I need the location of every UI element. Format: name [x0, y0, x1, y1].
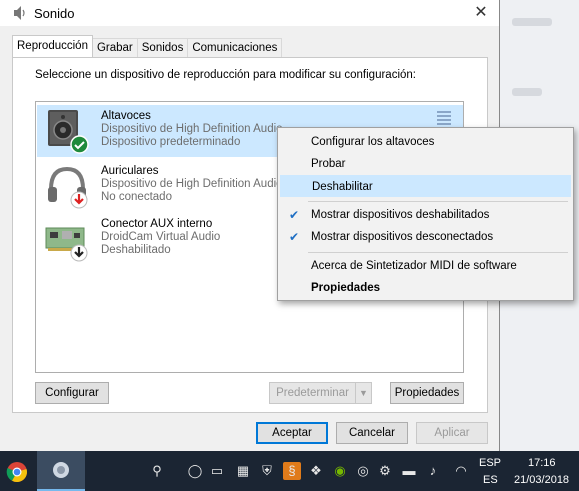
device-name: Altavoces	[101, 110, 151, 122]
chat-icon[interactable]: ◯	[186, 462, 204, 480]
windows-logo-icon[interactable]: ▦	[234, 462, 252, 480]
disabled-arrow-badge-icon	[70, 244, 88, 262]
menu-item-label: Mostrar dispositivos deshabilitados	[311, 209, 490, 221]
menu-item-test[interactable]: Probar	[280, 153, 571, 175]
menu-item-show-disabled[interactable]: ✔ Mostrar dispositivos deshabilitados	[280, 204, 571, 226]
disconnected-arrow-badge-icon	[70, 191, 88, 209]
context-menu: Configurar los altavoces Probar Deshabil…	[277, 127, 574, 301]
tab-strip: Reproducción Grabar Sonidos Comunicacion…	[12, 35, 283, 57]
device-status: Deshabilitado	[101, 244, 171, 256]
tab-recording[interactable]: Grabar	[91, 38, 138, 57]
device-description: DroidCam Virtual Audio	[101, 231, 221, 243]
set-default-button[interactable]: Predeterminar ▼	[269, 382, 372, 404]
gear-icon[interactable]: ⚙	[376, 462, 394, 480]
menu-item-disable[interactable]: Deshabilitar	[280, 175, 571, 197]
device-status: No conectado	[101, 191, 172, 203]
clock-time[interactable]: 17:16	[528, 457, 556, 469]
menu-separator	[308, 252, 568, 253]
menu-item-properties[interactable]: Propiedades	[280, 277, 571, 299]
default-check-badge-icon	[70, 135, 89, 154]
chrome-icon	[6, 462, 27, 483]
apply-button[interactable]: Aplicar	[416, 422, 488, 444]
close-button[interactable]: ✕	[471, 3, 491, 23]
background-text-blur	[512, 88, 542, 96]
menu-item-show-disconnected[interactable]: ✔ Mostrar dispositivos desconectados	[280, 226, 571, 248]
menu-item-label: Deshabilitar	[312, 181, 373, 193]
device-name: Auriculares	[101, 165, 159, 177]
cancel-button[interactable]: Cancelar	[336, 422, 408, 444]
language-code[interactable]: ESP	[479, 457, 501, 469]
menu-item-label: Probar	[311, 158, 346, 170]
menu-item-label: Mostrar dispositivos desconectados	[311, 231, 494, 243]
accept-button[interactable]: Aceptar	[256, 422, 328, 444]
menu-item-label: Propiedades	[311, 282, 381, 294]
nvidia-icon[interactable]: ◉	[331, 462, 349, 480]
menu-item-about-midi[interactable]: Acerca de Sintetizador MIDI de software	[280, 255, 571, 277]
tab-sounds[interactable]: Sonidos	[136, 38, 189, 57]
speaker-title-icon	[14, 6, 25, 20]
shield-icon[interactable]: ⛨	[258, 462, 276, 480]
device-name: Conector AUX interno	[101, 218, 213, 230]
device-status: Dispositivo predeterminado	[101, 136, 241, 148]
background-text-blur	[512, 18, 552, 26]
menu-item-label: Configurar los altavoces	[311, 136, 435, 148]
chrome-tray-icon[interactable]: ◎	[354, 462, 372, 480]
clock-date[interactable]: 21/03/2018	[514, 474, 569, 486]
properties-button[interactable]: Propiedades	[390, 382, 464, 404]
set-default-label: Predeterminar	[276, 387, 349, 399]
taskbar-sound-app[interactable]	[37, 451, 85, 491]
keyboard-layout[interactable]: ES	[483, 474, 498, 486]
volume-icon[interactable]: ♪	[424, 462, 442, 480]
wifi-icon[interactable]: ◠	[452, 462, 470, 480]
device-description: Dispositivo de High Definition Audio	[101, 178, 283, 190]
configure-button[interactable]: Configurar	[35, 382, 109, 404]
tab-communications[interactable]: Comunicaciones	[187, 38, 283, 57]
sound-app-icon	[53, 462, 69, 478]
menu-separator	[308, 201, 568, 202]
menu-item-label: Acerca de Sintetizador MIDI de software	[311, 260, 517, 272]
people-icon[interactable]: ⚲	[148, 462, 166, 480]
message-icon[interactable]: ▭	[208, 462, 226, 480]
device-description: Dispositivo de High Definition Audio	[101, 123, 283, 135]
tab-playback[interactable]: Reproducción	[12, 35, 93, 57]
checkmark-icon: ✔	[289, 208, 300, 222]
menu-item-configure-speakers[interactable]: Configurar los altavoces	[280, 131, 571, 153]
battery-icon[interactable]: ▬	[400, 462, 418, 480]
taskbar: ⚲ ◯ ▭ ▦ ⛨ § ❖ ◉ ◎ ⚙ ▬ ♪ ◠ ESP ES 17:16 2…	[0, 451, 579, 491]
title-bar[interactable]: Sonido ✕	[0, 0, 499, 26]
instruction-text: Seleccione un dispositivo de reproducció…	[35, 69, 416, 81]
window-title: Sonido	[34, 5, 75, 21]
firewall-icon[interactable]: §	[283, 462, 301, 480]
checkmark-icon: ✔	[289, 230, 300, 244]
dropbox-icon[interactable]: ❖	[307, 462, 325, 480]
chevron-down-icon[interactable]: ▼	[355, 383, 371, 403]
